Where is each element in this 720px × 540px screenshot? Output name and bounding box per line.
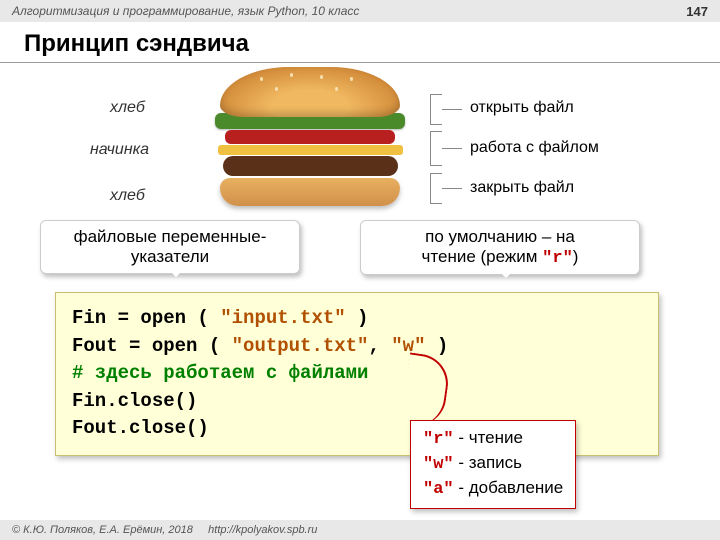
mode-r: "r" [542, 249, 573, 268]
copyright: © К.Ю. Поляков, Е.А. Ерёмин, 2018 [12, 524, 193, 536]
mode-read: - чтение [454, 428, 523, 447]
code-string: "output.txt" [232, 335, 369, 357]
code: ) [346, 307, 369, 329]
label-bread-bottom: хлеб [110, 187, 145, 205]
callout-file-vars: файловые переменные- указатели [40, 220, 300, 274]
course-header: Алгоритмизация и программирование, язык … [0, 0, 720, 22]
mode-w: "w" [423, 455, 454, 474]
code: Fin = open ( [72, 307, 220, 329]
code: ) [426, 335, 449, 357]
label-bread-top: хлеб [110, 99, 145, 117]
callout-text: файловые переменные- [74, 227, 267, 246]
mode-a: "a" [423, 480, 454, 499]
label-filling: начинка [90, 141, 149, 159]
page-number: 147 [686, 4, 708, 19]
code: Fout = open ( [72, 335, 232, 357]
code-string: "input.txt" [220, 307, 345, 329]
label-work-file: работа с файлом [470, 139, 599, 157]
callout-text: ) [573, 247, 579, 266]
modes-box: "r" - чтение "w" - запись "a" - добавлен… [410, 420, 576, 509]
page-title: Принцип сэндвича [0, 22, 720, 63]
callout-default-mode: по умолчанию – на чтение (режим "r") [360, 220, 640, 275]
label-open-file: открыть файл [470, 99, 574, 117]
burger-illustration [210, 67, 410, 206]
mode-write: - запись [454, 453, 522, 472]
course-name: Алгоритмизация и программирование, язык … [12, 4, 359, 18]
callout-text: чтение (режим [422, 247, 543, 266]
callout-text: по умолчанию – на [425, 227, 575, 246]
footer-url: http://kpolyakov.spb.ru [208, 524, 317, 536]
label-close-file: закрыть файл [470, 179, 574, 197]
code-comment: # здесь работаем с файлами [72, 360, 642, 388]
footer: © К.Ю. Поляков, Е.А. Ерёмин, 2018 http:/… [0, 520, 720, 540]
callout-text: указатели [131, 247, 209, 266]
code: Fin.close() [72, 388, 642, 416]
mode-r: "r" [423, 430, 454, 449]
code: , [368, 335, 391, 357]
mode-append: - добавление [454, 478, 564, 497]
